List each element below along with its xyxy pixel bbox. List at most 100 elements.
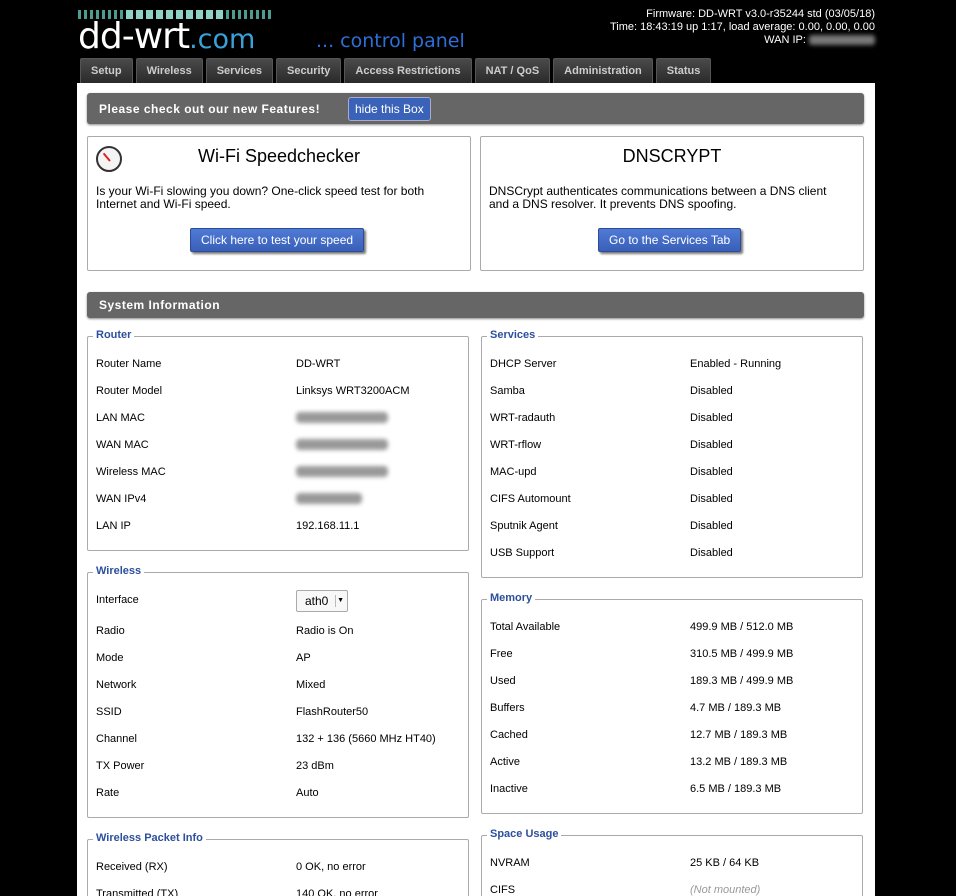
wireless-fieldset: Wireless Interface ath0 ▼ Radio Radio is O… [87,565,469,818]
dnscrypt-text: DNSCrypt authenticates communications be… [489,184,827,211]
services-legend: Services [487,329,539,341]
memory-key: Inactive [490,783,528,795]
tab-administration[interactable]: Administration [553,58,653,83]
space-value: 25 KB / 64 KB [690,857,760,869]
router-row: Router Model Linksys WRT3200ACM [96,385,456,399]
services-row: WRT-rflow Disabled [490,439,850,453]
space-usage-fieldset: Space Usage NVRAM 25 KB / 64 KB CIFS (Not … [481,828,863,896]
memory-value: 6.5 MB / 189.3 MB [690,783,782,795]
router-legend: Router [93,329,135,341]
memory-key: Used [490,675,516,687]
memory-row: Inactive 6.5 MB / 189.3 MB [490,783,850,797]
interface-select[interactable]: ath0 ▼ [296,590,348,612]
space-row: CIFS (Not mounted) [490,884,850,896]
wireless-row: Rate Auto [96,787,456,801]
speedchecker-title: Wi-Fi Speedchecker [197,146,361,166]
wireless-row: Interface ath0 ▼ [96,590,456,612]
dnscrypt-box: DNSCRYPT DNSCrypt authenticates communic… [480,136,864,271]
router-row: WAN IPv4 [96,493,456,507]
logo-subtitle: ... control panel [316,30,465,52]
speedchecker-text: Is your Wi-Fi slowing you down? One-clic… [96,184,425,211]
dropdown-arrow-icon: ▼ [335,595,344,607]
services-key: Samba [490,385,525,397]
tab-status[interactable]: Status [655,58,712,83]
services-key: WRT-radauth [490,412,556,424]
memory-value: 310.5 MB / 499.9 MB [690,648,794,660]
memory-value: 499.9 MB / 512.0 MB [690,621,794,633]
services-row: USB Support Disabled [490,547,850,561]
interface-label: Interface [96,594,139,606]
memory-row: Total Available 499.9 MB / 512.0 MB [490,621,850,635]
services-row: Sputnik Agent Disabled [490,520,850,534]
services-tab-button[interactable]: Go to the Services Tab [598,228,742,252]
hide-box-button[interactable]: hide this Box [348,97,431,121]
services-row: MAC-upd Disabled [490,466,850,480]
router-row: LAN IP 192.168.11.1 [96,520,456,534]
wireless-row: SSID FlashRouter50 [96,706,456,720]
speedchecker-box: Wi-Fi Speedchecker Is your Wi-Fi slowing… [87,136,471,271]
services-value: Disabled [690,439,733,451]
tab-wireless[interactable]: Wireless [135,58,203,83]
firmware-version: Firmware: DD-WRT v3.0-r35244 std (03/05/… [646,8,875,20]
tab-setup[interactable]: Setup [80,58,133,83]
router-value: Linksys WRT3200ACM [296,385,410,397]
lan-mac-redacted [296,412,388,423]
test-speed-button[interactable]: Click here to test your speed [190,228,365,252]
router-row: LAN MAC [96,412,456,426]
packet-value: 0 OK, no error [296,861,366,873]
space-value: (Not mounted) [690,884,761,896]
memory-key: Buffers [490,702,525,714]
wireless-key: Radio [96,625,125,637]
tab-nat-qos[interactable]: NAT / QoS [474,58,551,83]
services-row: WRT-radauth Disabled [490,412,850,426]
wan-ip-redacted [809,35,875,46]
memory-row: Buffers 4.7 MB / 189.3 MB [490,702,850,716]
wireless-row: Channel 132 + 136 (5660 MHz HT40) [96,733,456,747]
services-value: Disabled [690,466,733,478]
tab-services[interactable]: Services [205,58,273,83]
wireless-key: Channel [96,733,137,745]
services-row: CIFS Automount Disabled [490,493,850,507]
wireless-row: TX Power 23 dBm [96,760,456,774]
router-key: Router Name [96,358,162,370]
dnscrypt-title: DNSCRYPT [622,146,722,166]
system-information-bar: System Information [87,292,864,318]
router-key: LAN IP [96,520,131,532]
wireless-key: SSID [96,706,122,718]
memory-value: 4.7 MB / 189.3 MB [690,702,782,714]
router-key: Wireless MAC [96,466,166,478]
main-tabs: Setup Wireless Services Security Access … [80,58,712,83]
wireless-row: Mode AP [96,652,456,666]
services-key: DHCP Server [490,358,557,370]
firmware-info: Firmware: DD-WRT v3.0-r35244 std (03/05/… [610,8,875,47]
services-key: USB Support [490,547,555,559]
wireless-value: 23 dBm [296,760,334,772]
router-key: LAN MAC [96,412,145,424]
wireless-value: Mixed [296,679,326,691]
uptime-load: Time: 18:43:19 up 1:17, load average: 0.… [609,21,875,33]
interface-value: ath0 [305,594,329,608]
space-key: NVRAM [490,857,530,869]
memory-value: 13.2 MB / 189.3 MB [690,756,788,768]
wireless-mac-redacted [296,466,388,477]
wireless-legend: Wireless [93,565,145,577]
memory-key: Cached [490,729,528,741]
promo-bar: Please check out our new Features! hide … [87,93,864,124]
memory-value: 12.7 MB / 189.3 MB [690,729,788,741]
memory-value: 189.3 MB / 499.9 MB [690,675,794,687]
services-key: CIFS Automount [490,493,571,505]
services-row: Samba Disabled [490,385,850,399]
wireless-key: Network [96,679,137,691]
wireless-value: Radio is On [296,625,354,637]
router-key: WAN IPv4 [96,493,147,505]
space-row: NVRAM 25 KB / 64 KB [490,857,850,871]
packet-value: 140 OK, no error [296,888,378,896]
router-row: Wireless MAC [96,466,456,480]
services-value: Disabled [690,520,733,532]
tab-security[interactable]: Security [275,58,342,83]
memory-row: Free 310.5 MB / 499.9 MB [490,648,850,662]
router-row: Router Name DD-WRT [96,358,456,372]
tab-access-restrictions[interactable]: Access Restrictions [344,58,472,83]
packet-info-legend: Wireless Packet Info [93,832,206,844]
services-value: Disabled [690,412,733,424]
